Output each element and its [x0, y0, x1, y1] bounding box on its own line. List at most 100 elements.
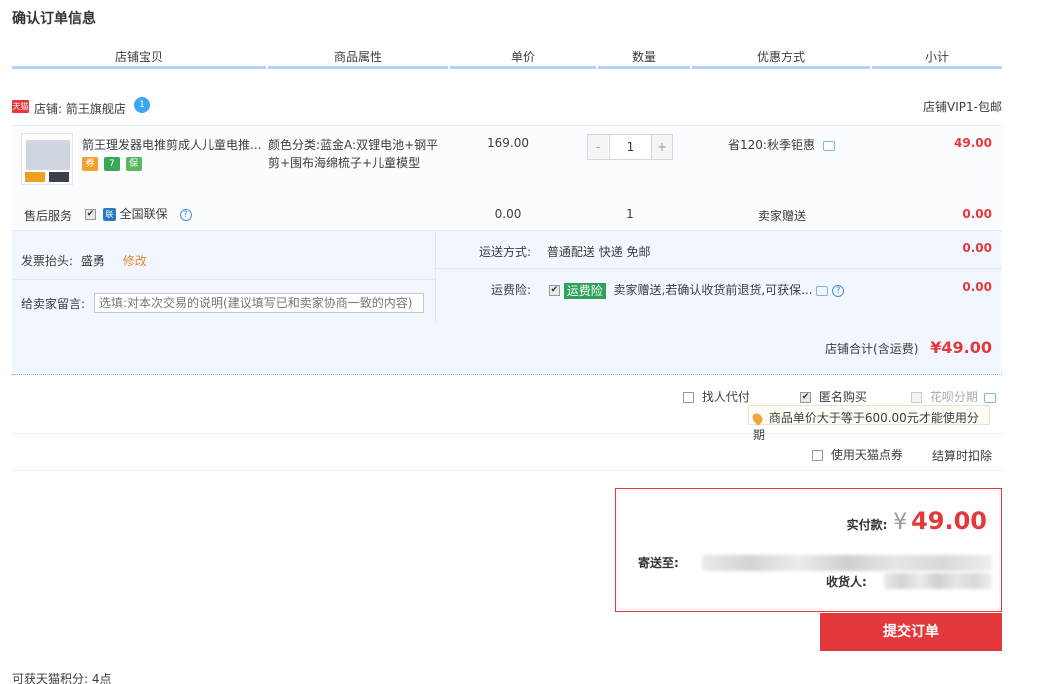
anonymous-option[interactable]: ✔ 匿名购买: [800, 388, 867, 405]
submit-order-button[interactable]: 提交订单: [820, 613, 1002, 651]
order-extra-info: 发票抬头: 盛勇 修改 给卖家留言: 运送方式: 普通配送 快递 免邮 0.00…: [12, 230, 1002, 323]
invoice-row: 发票抬头: 盛勇 修改: [21, 252, 147, 269]
discount-detail-icon[interactable]: [822, 140, 835, 151]
insurance-checkbox[interactable]: ✔: [548, 285, 560, 296]
header-separator: [870, 66, 872, 69]
receiver-label: 收货人:: [826, 575, 867, 589]
invoice-edit-link[interactable]: 修改: [123, 254, 147, 268]
tmall-points-option[interactable]: 使用天猫点券: [812, 446, 903, 463]
item-subtotal: 49.00: [954, 136, 992, 150]
attr-line: 颜色分类:蓝金A:双锂电池+钢平: [268, 138, 439, 152]
qty-plus-button[interactable]: +: [652, 135, 672, 159]
shop-total-label: 店铺合计(含运费): [825, 342, 919, 356]
col-header-item: 店铺宝贝: [114, 50, 163, 64]
col-header-attr: 商品属性: [333, 50, 382, 64]
anonymous-label: 匿名购买: [818, 390, 867, 404]
tip-pin-icon: [750, 411, 765, 426]
service-subtotal: 0.00: [962, 207, 992, 221]
tmall-points-earned: 可获天猫积分: 4点: [12, 672, 112, 684]
shipping-value[interactable]: 普通配送 快递 免邮: [547, 245, 651, 259]
divider: [435, 231, 436, 323]
proxy-pay-label: 找人代付: [701, 390, 750, 404]
payment-summary: 实付款: ¥ 49.00 寄送至: 收货人:: [615, 488, 1002, 612]
header-separator: [690, 66, 692, 69]
huabei-label: 花呗分期: [929, 390, 978, 404]
divider: [436, 268, 1002, 269]
product-attributes: 颜色分类:蓝金A:双锂电池+钢平 剪+围布海绵梳子+儿童模型: [268, 136, 458, 172]
actual-payment-amount: 49.00: [911, 507, 987, 535]
currency-symbol: ¥: [893, 510, 908, 535]
shop-name-text[interactable]: 箭王旗舰店: [66, 102, 126, 116]
receiver-redacted: [884, 573, 992, 589]
proxy-pay-option[interactable]: 找人代付: [683, 388, 750, 405]
huabei-info-icon[interactable]: [983, 392, 996, 403]
help-icon[interactable]: ?: [832, 284, 845, 297]
product-image: [26, 140, 70, 170]
insurance-tag: 运费险: [563, 282, 606, 299]
insurance-chat-icon[interactable]: [816, 285, 829, 296]
insurance-row: 运费险: ✔ 运费险 卖家赠送,若确认收货前退货,可获保... ?: [491, 281, 845, 299]
shop-total: 店铺合计(含运费) ¥49.00: [825, 338, 992, 357]
coupon-tag-icon: 券: [82, 156, 98, 171]
invoice-label: 发票抬头:: [21, 254, 74, 268]
message-label: 给卖家留言:: [21, 297, 86, 311]
shipping-label: 运送方式:: [479, 245, 532, 259]
deduct-note: 结算时扣除: [932, 449, 993, 463]
service-label: 售后服务: [24, 209, 73, 223]
service-name: 全国联保: [119, 207, 168, 221]
service-qty: 1: [626, 207, 634, 221]
anonymous-checkbox[interactable]: ✔: [800, 392, 811, 403]
shop-total-row: 店铺合计(含运费) ¥49.00: [12, 322, 1002, 375]
header-underline: [12, 66, 1002, 69]
seller-message-input[interactable]: [94, 293, 424, 313]
insurance-text: 卖家赠送,若确认收货前退货,可获保...: [613, 283, 813, 297]
product-title[interactable]: 箭王理发器电推剪成人儿童电推...: [82, 136, 267, 153]
installment-tip: 商品单价大于等于600.00元才能使用分期: [748, 405, 990, 442]
actual-payment-label: 实付款:: [846, 518, 888, 532]
product-image-detail: [49, 172, 69, 182]
shipping-row: 运送方式: 普通配送 快递 免邮: [479, 243, 651, 260]
service-method: 卖家赠送: [757, 209, 806, 223]
service-checkbox[interactable]: ✔: [85, 209, 96, 220]
ship-to-label: 寄送至:: [638, 556, 679, 570]
discount-info: 省120:秋季钜惠: [702, 136, 872, 153]
page-title: 确认订单信息: [12, 11, 96, 27]
qty-minus-button[interactable]: -: [588, 135, 608, 159]
help-icon[interactable]: ?: [179, 208, 192, 221]
shop-total-value: ¥49.00: [930, 338, 992, 357]
header-separator: [266, 66, 268, 69]
shop-row: 天猫 店铺: 箭王旗舰店 1 店铺VIP1-包邮: [12, 96, 1002, 120]
insurance-label: 运费险:: [491, 283, 532, 297]
installment-tip-content: 商品单价大于等于600.00元才能使用分期: [750, 409, 989, 443]
tmall-points-checkbox[interactable]: [812, 450, 823, 461]
tmall-badge-icon: 天猫: [12, 100, 29, 113]
seven-day-return-icon: 7: [103, 156, 120, 171]
divider: [12, 433, 1002, 434]
tmall-points-label: 使用天猫点券: [830, 448, 903, 462]
actual-payment: 实付款: ¥ 49.00: [847, 507, 987, 535]
col-header-price: 单价: [510, 50, 535, 64]
shop-name[interactable]: 店铺: 箭王旗舰店: [34, 100, 126, 117]
col-header-subtotal: 小计: [924, 50, 949, 64]
product-tags: 券 7 保: [82, 156, 144, 171]
installment-tip-text: 商品单价大于等于600.00元才能使用分期: [753, 411, 979, 442]
header-separator: [448, 66, 450, 69]
attr-line: 剪+围布海绵梳子+儿童模型: [268, 156, 421, 170]
address-redacted: [702, 555, 992, 571]
huabei-checkbox[interactable]: [911, 392, 922, 403]
huabei-option[interactable]: 花呗分期: [911, 388, 996, 405]
proxy-pay-checkbox[interactable]: [683, 392, 694, 403]
wangwang-chat-icon[interactable]: 1: [134, 97, 150, 113]
shipping-price: 0.00: [962, 241, 992, 255]
qty-input[interactable]: [609, 135, 652, 159]
invoice-value: 盛勇: [80, 254, 105, 268]
discount-text: 省120:秋季钜惠: [728, 138, 815, 152]
product-thumbnail[interactable]: [21, 133, 73, 185]
product-image-detail: [25, 172, 45, 182]
divider: [12, 470, 1002, 471]
shop-label: 店铺:: [34, 102, 63, 116]
quantity-stepper: - +: [587, 134, 673, 160]
divider: [12, 279, 435, 280]
order-item: 箭王理发器电推剪成人儿童电推... 券 7 保 颜色分类:蓝金A:双锂电池+钢平…: [12, 125, 1002, 228]
col-header-qty: 数量: [631, 50, 656, 64]
